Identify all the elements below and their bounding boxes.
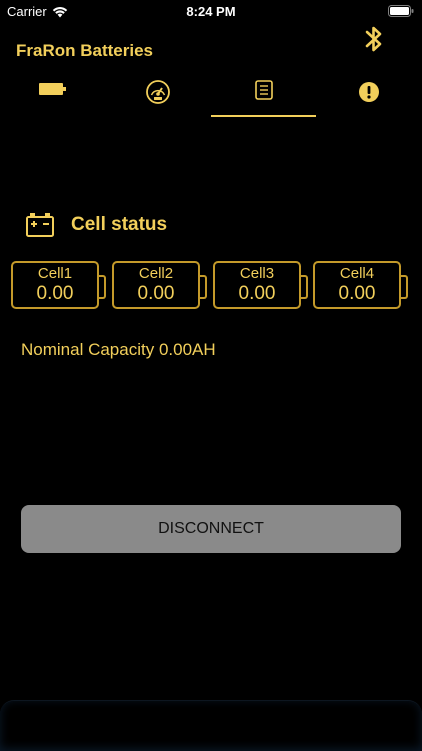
list-icon xyxy=(254,80,273,100)
cell-status-header: Cell status xyxy=(25,212,167,238)
cell-label: Cell2 xyxy=(138,265,174,282)
cell-value: 0.00 xyxy=(137,283,175,304)
cell-list: Cell1 0.00 Cell2 0.00 Cell3 0.00 Cell4 0… xyxy=(11,261,411,311)
battery-terminal xyxy=(400,275,408,299)
tab-battery[interactable] xyxy=(0,72,105,117)
tab-bar xyxy=(0,72,422,117)
battery-terminal xyxy=(98,275,106,299)
tab-gauge[interactable] xyxy=(105,72,210,117)
sheet-bottom-edge xyxy=(0,700,422,751)
cell-value: 0.00 xyxy=(338,283,376,304)
bluetooth-icon xyxy=(365,26,382,52)
cell-value: 0.00 xyxy=(36,283,74,304)
car-battery-icon xyxy=(26,213,54,237)
battery-icon xyxy=(38,83,66,95)
status-time: 8:24 PM xyxy=(186,4,236,19)
gauge-icon xyxy=(145,80,170,104)
tab-alert[interactable] xyxy=(316,72,421,117)
battery-terminal xyxy=(199,275,207,299)
cell-label: Cell1 xyxy=(37,265,73,282)
tab-selection-indicator xyxy=(211,115,316,117)
nominal-capacity: Nominal Capacity 0.00AH xyxy=(21,340,216,359)
alert-icon xyxy=(358,82,379,102)
cell-3: Cell3 0.00 xyxy=(213,261,308,309)
status-battery-icon xyxy=(388,5,414,17)
status-bar: Carrier 8:24 PM xyxy=(0,0,422,22)
tab-list[interactable] xyxy=(211,72,316,117)
bluetooth-button[interactable] xyxy=(361,24,387,54)
app-title: FraRon Batteries xyxy=(16,41,153,60)
cell-label: Cell4 xyxy=(339,265,375,282)
cell-4: Cell4 0.00 xyxy=(313,261,408,309)
cell-label: Cell3 xyxy=(239,265,275,282)
section-title: Cell status xyxy=(71,214,168,235)
cell-2: Cell2 0.00 xyxy=(112,261,207,309)
cell-1: Cell1 0.00 xyxy=(11,261,106,309)
cell-value: 0.00 xyxy=(238,283,276,304)
battery-terminal xyxy=(300,275,308,299)
disconnect-button[interactable]: DISCONNECT xyxy=(21,505,401,553)
